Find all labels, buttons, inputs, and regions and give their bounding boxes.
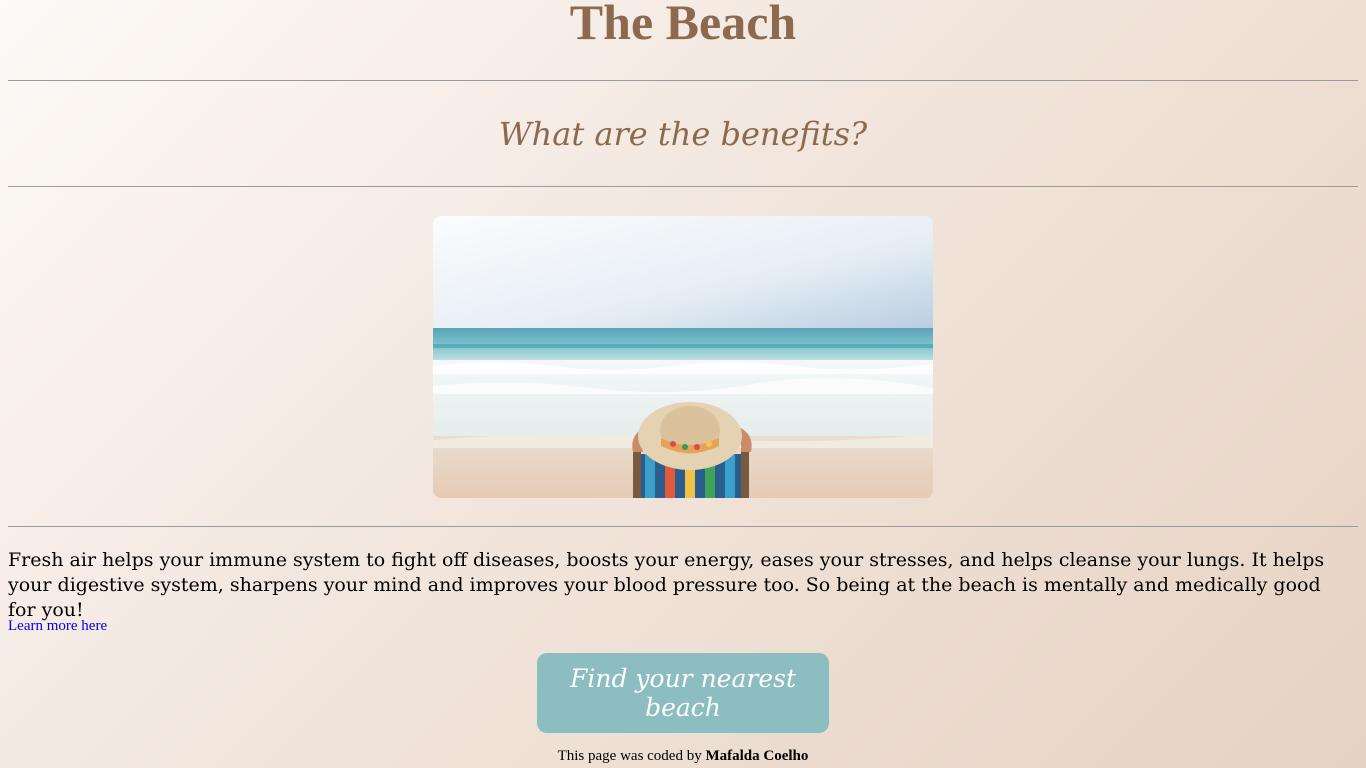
divider-bottom [8, 526, 1358, 527]
footer-prefix: This page was coded by [557, 748, 702, 764]
benefits-paragraph: Fresh air helps your immune system to fi… [8, 549, 1325, 621]
footer-author: Mafalda Coelho [705, 748, 809, 764]
learn-more-link[interactable]: Learn more here [8, 617, 107, 635]
find-nearest-beach-button[interactable]: Find your nearest beach [537, 653, 829, 733]
page-subtitle: What are the benefits? [498, 115, 868, 153]
page-title: The Beach [569, 0, 797, 50]
hero-image [433, 216, 933, 498]
divider-top [8, 80, 1358, 81]
divider-middle [8, 186, 1358, 187]
footer-credit: This page was coded by Mafalda Coelho [0, 747, 1366, 765]
